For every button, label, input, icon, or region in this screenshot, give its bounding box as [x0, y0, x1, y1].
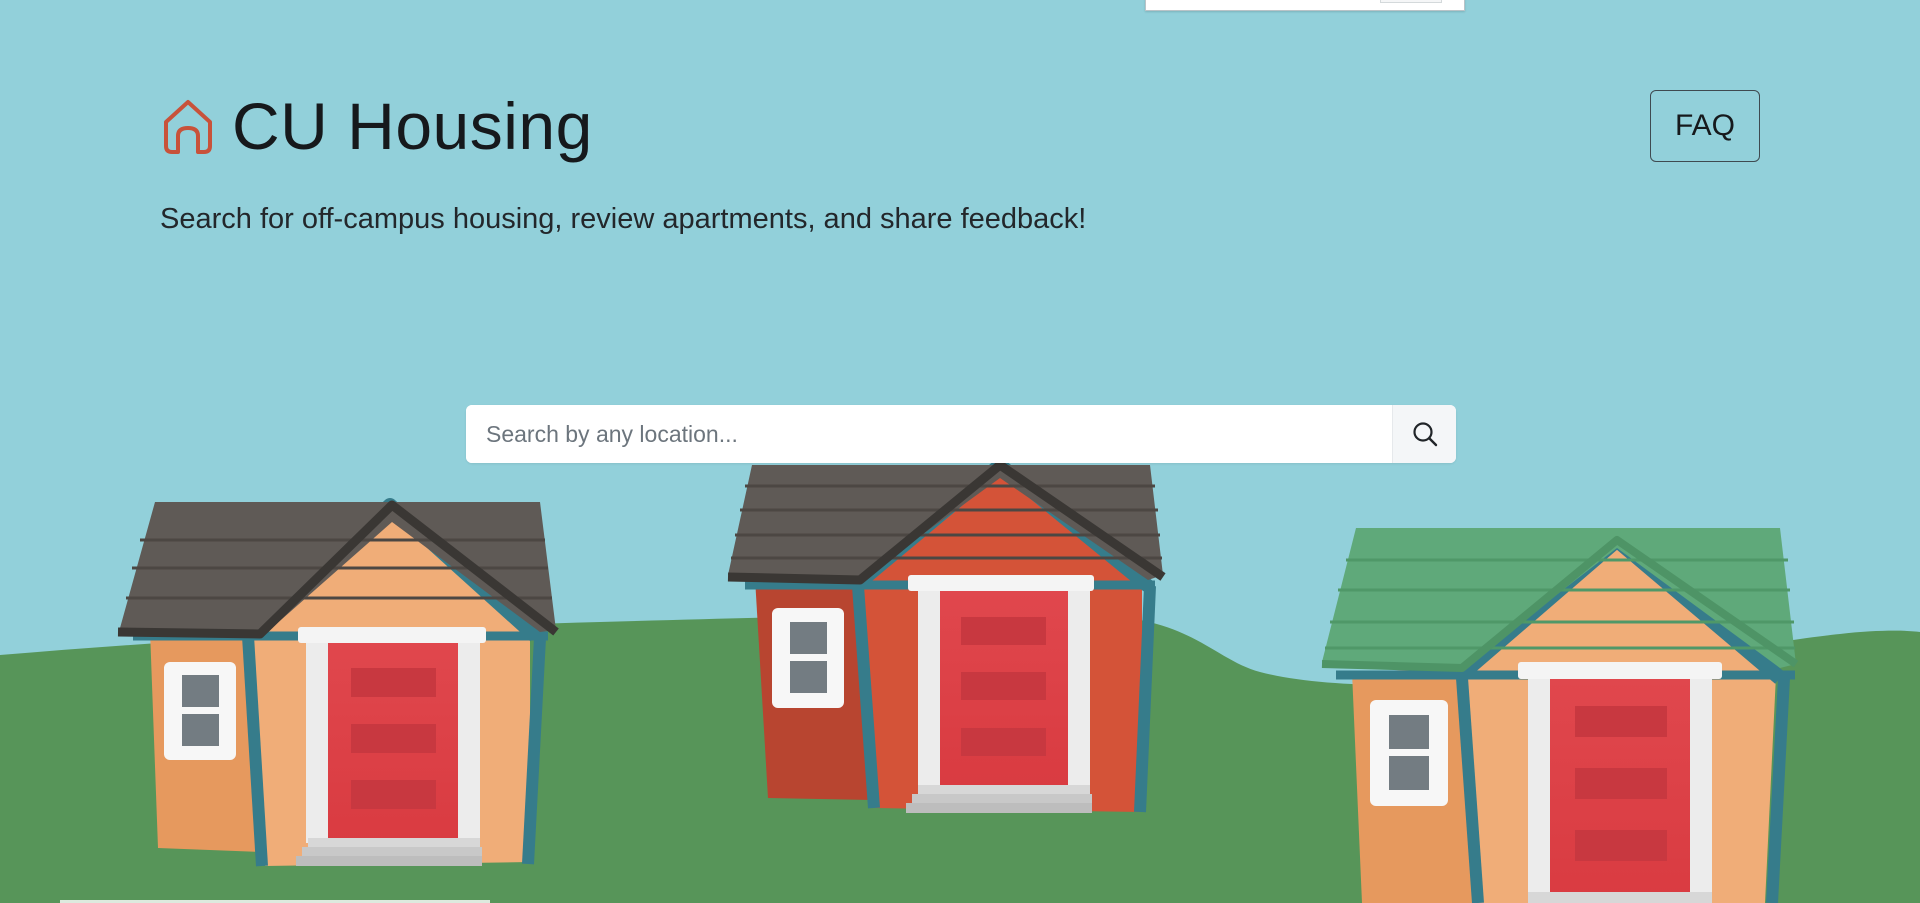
house-outline-icon: [164, 100, 212, 154]
house-right: [1321, 528, 1799, 903]
site-title: CU Housing: [232, 89, 593, 163]
faq-button[interactable]: FAQ: [1650, 90, 1760, 162]
search-icon: [1412, 422, 1437, 447]
house-middle: [727, 458, 1166, 813]
search-bar: [466, 405, 1456, 463]
search-button[interactable]: [1392, 405, 1456, 463]
page-tagline: Search for off-campus housing, review ap…: [160, 203, 1087, 235]
search-input[interactable]: [466, 405, 1392, 463]
site-header: CU Housing: [160, 86, 593, 166]
house-left: [117, 498, 559, 867]
